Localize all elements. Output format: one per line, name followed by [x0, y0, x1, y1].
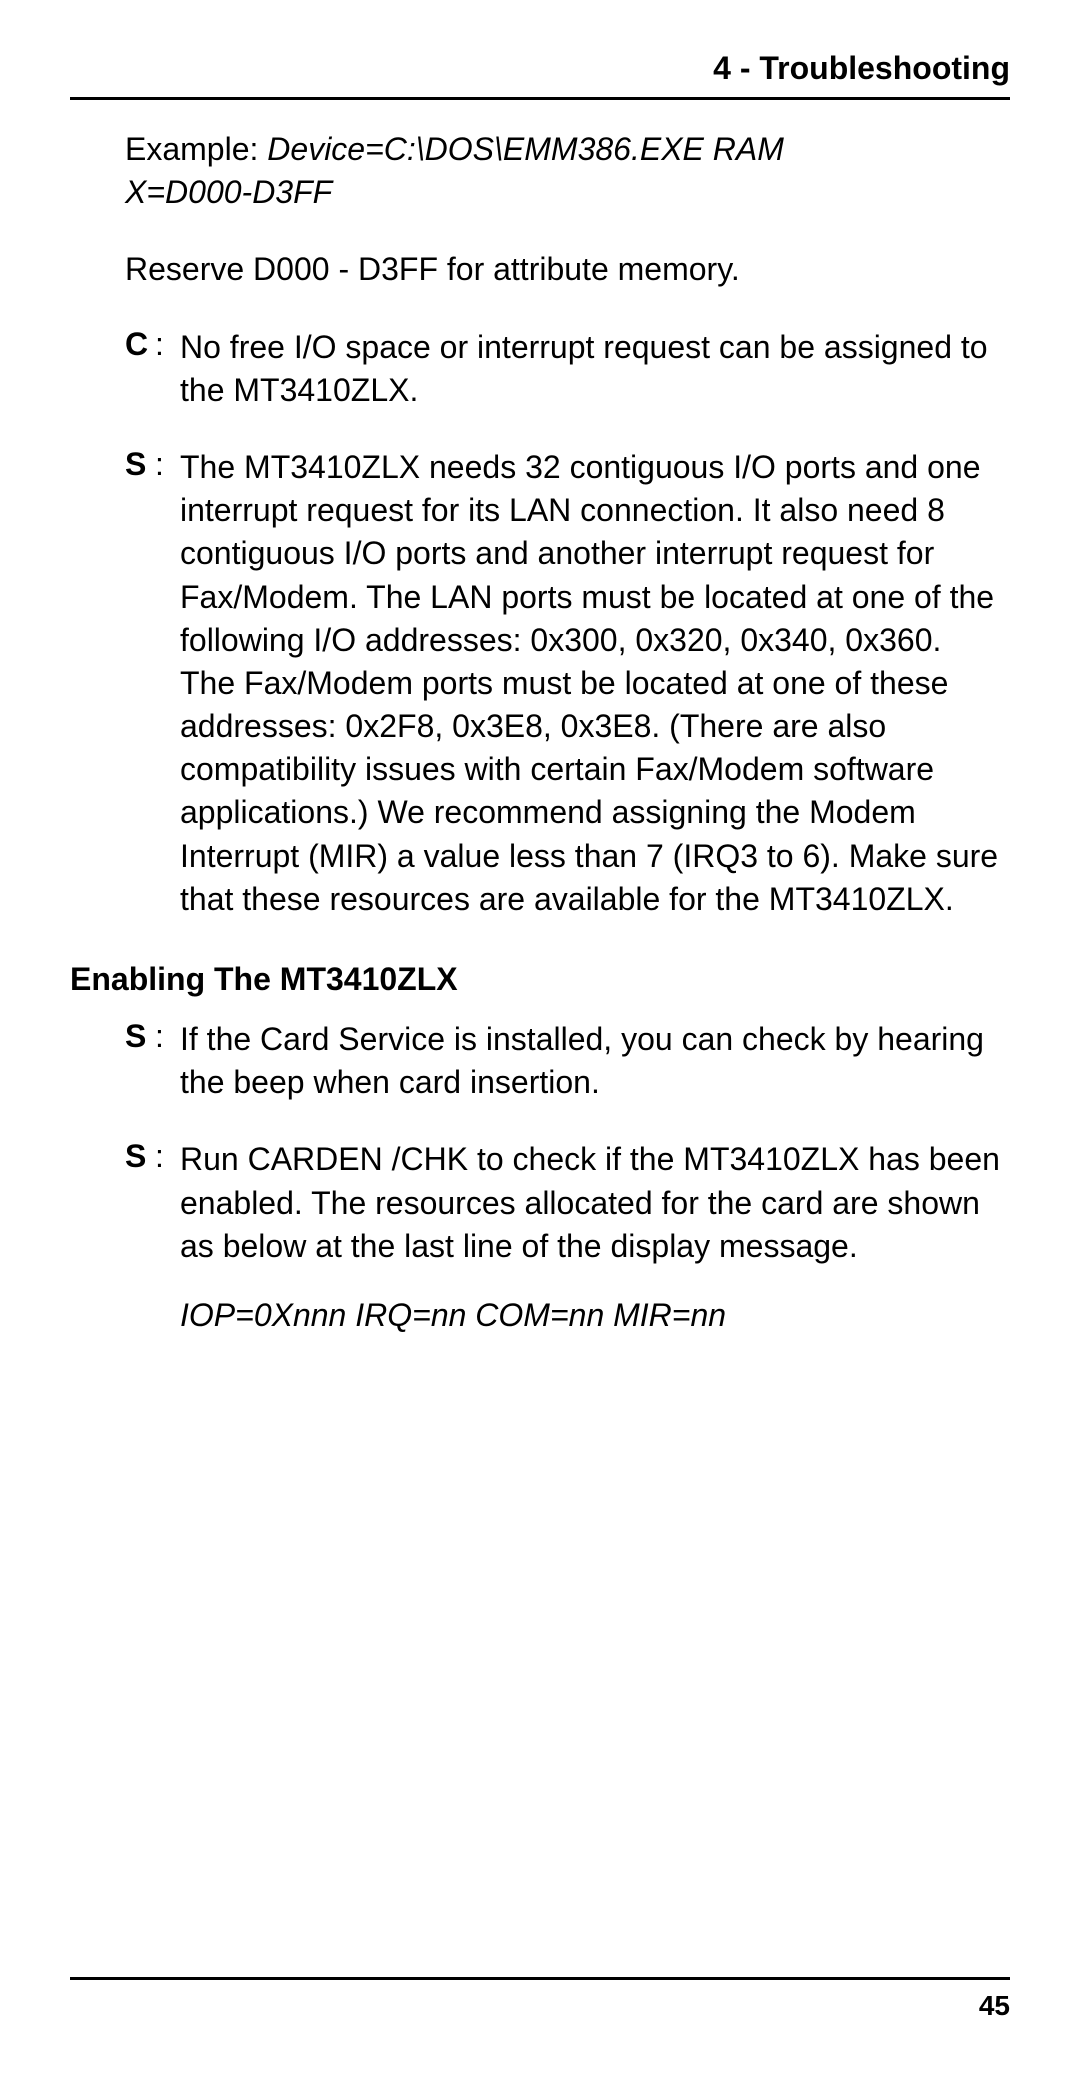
example-line2: X=D000-D3FF [125, 174, 332, 210]
entry-body: No free I/O space or interrupt request c… [180, 326, 1000, 412]
subheading: Enabling The MT3410ZLX [70, 961, 1000, 998]
entry-label: S [125, 1138, 155, 1337]
example-lead: Example: [125, 131, 267, 167]
page-number: 45 [70, 1990, 1010, 2022]
entry-colon: : [155, 446, 180, 921]
page-footer: 45 [70, 1977, 1010, 2022]
header-rule [70, 97, 1010, 100]
entry-body: The MT3410ZLX needs 32 contiguous I/O po… [180, 446, 1000, 921]
entry-c: C : No free I/O space or interrupt reque… [125, 326, 1000, 412]
entry-s2: S : If the Card Service is installed, yo… [125, 1018, 1000, 1104]
entry-s1: S : The MT3410ZLX needs 32 contiguous I/… [125, 446, 1000, 921]
page-header: 4 - Troubleshooting [70, 50, 1010, 97]
example-block: Example: Device=C:\DOS\EMM386.EXE RAM X=… [125, 128, 1000, 214]
resource-line: IOP=0Xnnn IRQ=nn COM=nn MIR=nn [180, 1294, 1000, 1337]
entry-label: S [125, 1018, 155, 1104]
page: 4 - Troubleshooting Example: Device=C:\D… [0, 0, 1080, 2082]
entry-colon: : [155, 1018, 180, 1104]
entry-body: Run CARDEN /CHK to check if the MT3410ZL… [180, 1138, 1000, 1337]
body-content: Example: Device=C:\DOS\EMM386.EXE RAM X=… [70, 128, 1010, 1337]
example-line1: Device=C:\DOS\EMM386.EXE RAM [267, 131, 784, 167]
entry-label: C [125, 326, 155, 412]
entry-body: If the Card Service is installed, you ca… [180, 1018, 1000, 1104]
entry-colon: : [155, 326, 180, 412]
footer-rule [70, 1977, 1010, 1980]
entry-colon: : [155, 1138, 180, 1337]
reserve-line: Reserve D000 - D3FF for attribute memory… [125, 248, 1000, 291]
entry-body-text: Run CARDEN /CHK to check if the MT3410ZL… [180, 1141, 1000, 1263]
entry-s3: S : Run CARDEN /CHK to check if the MT34… [125, 1138, 1000, 1337]
entry-label: S [125, 446, 155, 921]
